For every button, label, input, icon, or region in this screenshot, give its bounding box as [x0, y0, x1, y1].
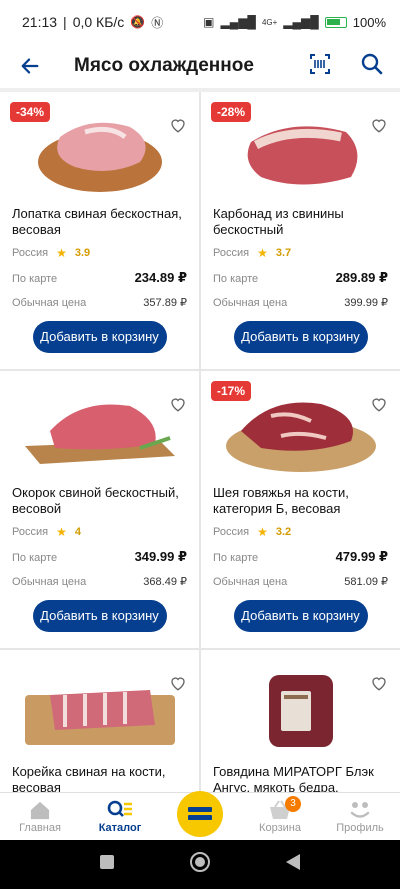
- product-card[interactable]: -34% Лопатка свиная бескостная, весовая …: [0, 92, 199, 369]
- regular-price: 368.49 ₽: [143, 576, 187, 588]
- regular-price: 581.09 ₽: [344, 576, 388, 588]
- product-country: Россия: [12, 526, 49, 538]
- product-card[interactable]: Окорок свиной бескостный, весовой Россия…: [0, 371, 199, 648]
- home-circle-icon[interactable]: [189, 851, 211, 878]
- card-price: 289.89 ₽: [335, 270, 388, 285]
- regular-price-label: Обычная цена: [213, 576, 288, 588]
- discount-badge: -17%: [211, 381, 252, 401]
- volte-icon: ▣: [203, 15, 215, 29]
- bottom-nav: Главная Каталог 3 Корзина Профиль: [0, 790, 400, 840]
- card-price-label: По карте: [12, 273, 58, 285]
- mute-icon: 🔕: [130, 15, 146, 29]
- network-type: 4G+: [261, 17, 278, 27]
- product-name[interactable]: Корейка свиная на кости, весовая: [12, 764, 187, 792]
- status-time: 21:13: [22, 14, 58, 30]
- product-card[interactable]: Говядина МИРАТОРГ Блэк Ангус, мякоть бед…: [201, 650, 400, 792]
- nav-cart[interactable]: 3 Корзина: [245, 795, 315, 834]
- product-card[interactable]: -28% Карбонад из свинины бескостный круп…: [201, 92, 400, 369]
- product-country: Россия: [213, 247, 250, 259]
- back-triangle-icon[interactable]: [285, 853, 301, 876]
- product-card[interactable]: Корейка свиная на кости, весовая: [0, 650, 199, 792]
- product-name[interactable]: Окорок свиной бескостный, весовой: [12, 485, 187, 517]
- loyalty-card-icon[interactable]: [177, 790, 223, 837]
- star-icon: ★: [56, 525, 67, 539]
- nav-profile-label: Профиль: [336, 821, 384, 834]
- battery-icon: [324, 16, 347, 28]
- product-image[interactable]: [12, 381, 187, 481]
- card-price: 479.99 ₽: [335, 549, 388, 564]
- battery-level: 100%: [352, 14, 386, 30]
- nav-catalog[interactable]: Каталог: [85, 800, 155, 834]
- search-icon[interactable]: [360, 52, 384, 81]
- discount-badge: -28%: [211, 102, 252, 122]
- product-rating: 4: [74, 526, 81, 538]
- product-rating: 3.9: [74, 247, 91, 259]
- card-price-label: По карте: [12, 552, 58, 564]
- regular-price-label: Обычная цена: [12, 576, 87, 588]
- status-bar: 21:13 | 0,0 КБ/с 🔕 Ⓝ ▣ ▂▄▆█ 4G+ ▂▄▆█ 100…: [0, 0, 400, 44]
- nav-profile[interactable]: Профиль: [325, 800, 395, 834]
- regular-price-label: Обычная цена: [213, 297, 288, 309]
- product-name[interactable]: Лопатка свиная бескостная, весовая: [12, 206, 187, 238]
- discount-badge: -34%: [10, 102, 51, 122]
- page-title: Мясо охлажденное: [74, 55, 254, 76]
- product-name[interactable]: Говядина МИРАТОРГ Блэк Ангус, мякоть бед…: [213, 764, 388, 792]
- favorite-heart-icon[interactable]: [169, 674, 187, 697]
- system-nav-bar: [0, 840, 400, 889]
- card-price-label: По карте: [213, 552, 259, 564]
- nfc-icon: Ⓝ: [151, 15, 164, 30]
- barcode-scan-icon[interactable]: [308, 52, 332, 81]
- favorite-heart-icon[interactable]: [370, 674, 388, 697]
- signal-icon-2: ▂▄▆█: [283, 15, 319, 29]
- product-image[interactable]: [12, 660, 187, 760]
- favorite-heart-icon[interactable]: [169, 116, 187, 139]
- add-to-cart-button[interactable]: Добавить в корзину: [233, 321, 368, 353]
- favorite-heart-icon[interactable]: [370, 116, 388, 139]
- product-image[interactable]: [213, 660, 388, 760]
- app-bar: Мясо охлажденное: [0, 44, 400, 88]
- product-card[interactable]: -17% Шея говяжья на кости, категория Б, …: [201, 371, 400, 648]
- favorite-heart-icon[interactable]: [370, 395, 388, 418]
- nav-home-label: Главная: [19, 821, 61, 834]
- product-rating: 3.7: [275, 247, 292, 259]
- product-grid: -34% Лопатка свиная бескостная, весовая …: [0, 92, 400, 792]
- star-icon: ★: [56, 246, 67, 260]
- add-to-cart-button[interactable]: Добавить в корзину: [32, 321, 167, 353]
- product-country: Россия: [12, 247, 49, 259]
- nav-catalog-label: Каталог: [98, 821, 142, 834]
- product-country: Россия: [213, 526, 250, 538]
- back-arrow-icon[interactable]: [16, 52, 44, 80]
- nav-cart-label: Корзина: [259, 821, 301, 834]
- nav-home[interactable]: Главная: [5, 800, 75, 834]
- product-name[interactable]: Карбонад из свинины бескостный крупнокус…: [213, 206, 388, 238]
- star-icon: ★: [257, 246, 268, 260]
- product-name[interactable]: Шея говяжья на кости, категория Б, весов…: [213, 485, 388, 517]
- regular-price: 357.89 ₽: [143, 297, 187, 309]
- regular-price-label: Обычная цена: [12, 297, 87, 309]
- card-price: 349.99 ₽: [134, 549, 187, 564]
- star-icon: ★: [257, 525, 268, 539]
- add-to-cart-button[interactable]: Добавить в корзину: [233, 600, 368, 632]
- nav-loyalty-card[interactable]: [165, 790, 235, 837]
- add-to-cart-button[interactable]: Добавить в корзину: [32, 600, 167, 632]
- regular-price: 399.99 ₽: [344, 297, 388, 309]
- recent-apps-icon[interactable]: [99, 854, 115, 875]
- card-price: 234.89 ₽: [134, 270, 187, 285]
- cart-count-badge: 3: [285, 795, 301, 812]
- product-rating: 3.2: [275, 526, 292, 538]
- favorite-heart-icon[interactable]: [169, 395, 187, 418]
- status-net-speed: 0,0 КБ/с: [72, 14, 125, 30]
- signal-icon: ▂▄▆█: [220, 15, 256, 29]
- card-price-label: По карте: [213, 273, 259, 285]
